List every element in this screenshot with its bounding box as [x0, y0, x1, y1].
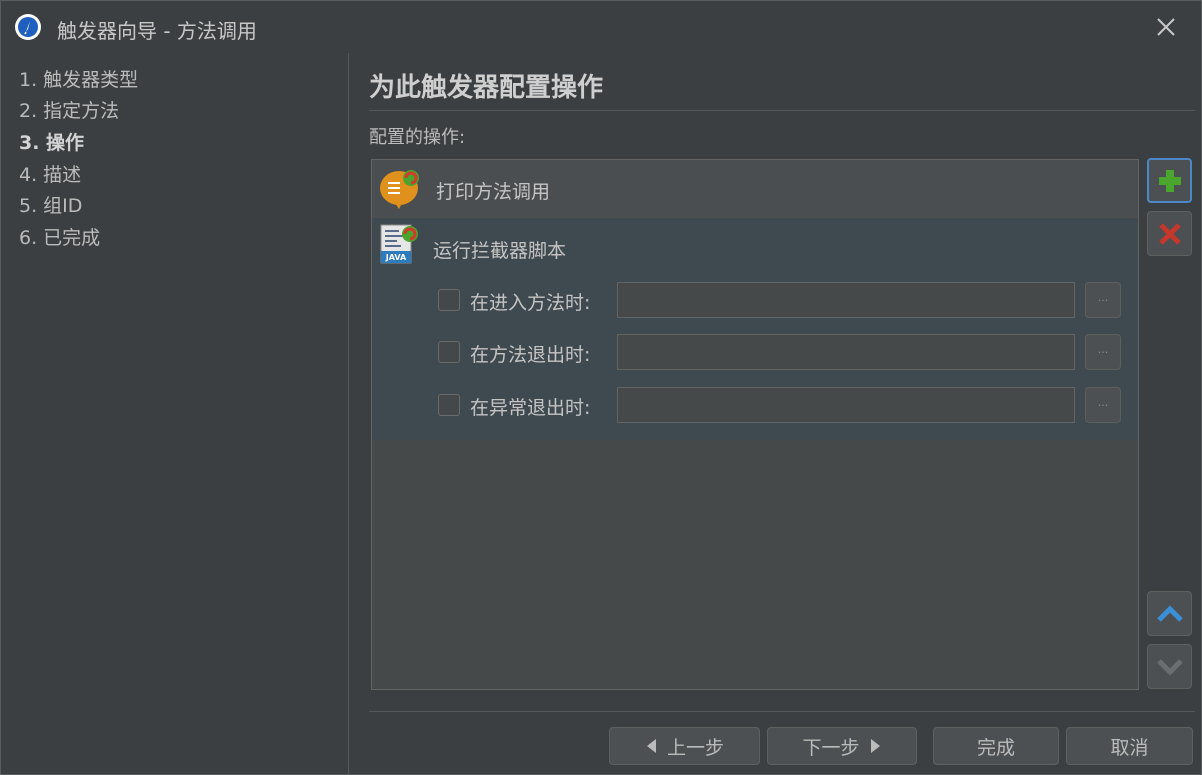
title-bar: 触发器向导 - 方法调用	[1, 1, 1201, 53]
action-item-script[interactable]: JAVA 运行拦截器脚本 在进入方法时: ··· 在方法退出时: ··· 在异常…	[372, 218, 1138, 440]
cancel-button-label: 取消	[1110, 736, 1149, 759]
on-method-exit-label: 在方法退出时:	[470, 344, 591, 366]
title-divider	[369, 110, 1195, 111]
on-method-enter-checkbox[interactable]	[438, 289, 460, 311]
finish-button[interactable]: 完成	[933, 727, 1059, 765]
on-exception-exit-label: 在异常退出时:	[470, 397, 591, 419]
on-exception-exit-field[interactable]	[617, 387, 1075, 423]
move-down-button[interactable]	[1147, 644, 1192, 689]
chevron-right-icon	[870, 739, 880, 753]
on-method-enter-field[interactable]	[617, 282, 1075, 318]
next-button-label: 下一步	[802, 736, 860, 759]
on-method-exit-browse-button[interactable]: ···	[1085, 334, 1121, 370]
move-down-icon	[1156, 658, 1183, 676]
close-button[interactable]	[1151, 13, 1181, 41]
java-script-icon: JAVA	[380, 224, 418, 264]
move-up-icon	[1156, 604, 1183, 622]
cancel-button[interactable]: 取消	[1066, 727, 1193, 765]
remove-icon	[1158, 222, 1181, 245]
back-button-label: 上一步	[666, 736, 724, 759]
on-method-enter-browse-button[interactable]: ···	[1085, 282, 1121, 318]
on-method-exit-checkbox[interactable]	[438, 341, 460, 363]
compass-icon	[15, 14, 41, 40]
move-up-button[interactable]	[1147, 591, 1192, 636]
svg-text:JAVA: JAVA	[385, 253, 407, 262]
step-item-2: 2. 指定方法	[19, 100, 120, 122]
action-label-print: 打印方法调用	[436, 181, 551, 203]
action-item-print[interactable]: 打印方法调用	[372, 160, 1138, 218]
on-method-enter-label: 在进入方法时:	[470, 292, 591, 314]
add-action-button[interactable]	[1147, 158, 1192, 203]
finish-button-label: 完成	[976, 736, 1015, 759]
remove-action-button[interactable]	[1147, 211, 1192, 256]
action-label-script: 运行拦截器脚本	[433, 240, 567, 262]
configured-actions-label: 配置的操作:	[369, 127, 466, 148]
close-icon	[1157, 18, 1175, 36]
print-message-icon	[380, 170, 419, 209]
plus-icon	[1158, 169, 1181, 192]
on-method-exit-field[interactable]	[617, 334, 1075, 370]
on-exception-exit-browse-button[interactable]: ···	[1085, 387, 1121, 423]
footer-divider	[369, 711, 1195, 712]
step-item-1: 1. 触发器类型	[19, 69, 139, 91]
steps-panel: 1. 触发器类型 2. 指定方法 3. 操作 4. 描述 5. 组ID 6. 已…	[1, 53, 349, 774]
wizard-window: 触发器向导 - 方法调用 1. 触发器类型 2. 指定方法 3. 操作 4. 描…	[0, 0, 1202, 775]
page-title: 为此触发器配置操作	[369, 73, 604, 103]
window-title: 触发器向导 - 方法调用	[57, 19, 257, 43]
actions-list[interactable]: 打印方法调用 JAVA 运行拦截器脚本 在进入方法时: ··· 在方法退出时:	[371, 159, 1139, 690]
step-item-3-current: 3. 操作	[19, 132, 85, 154]
chevron-left-icon	[646, 739, 656, 753]
on-exception-exit-checkbox[interactable]	[438, 394, 460, 416]
step-item-6: 6. 已完成	[19, 227, 101, 249]
step-item-4: 4. 描述	[19, 164, 82, 186]
step-item-5: 5. 组ID	[19, 195, 83, 217]
back-button[interactable]: 上一步	[609, 727, 760, 765]
next-button[interactable]: 下一步	[767, 727, 917, 765]
